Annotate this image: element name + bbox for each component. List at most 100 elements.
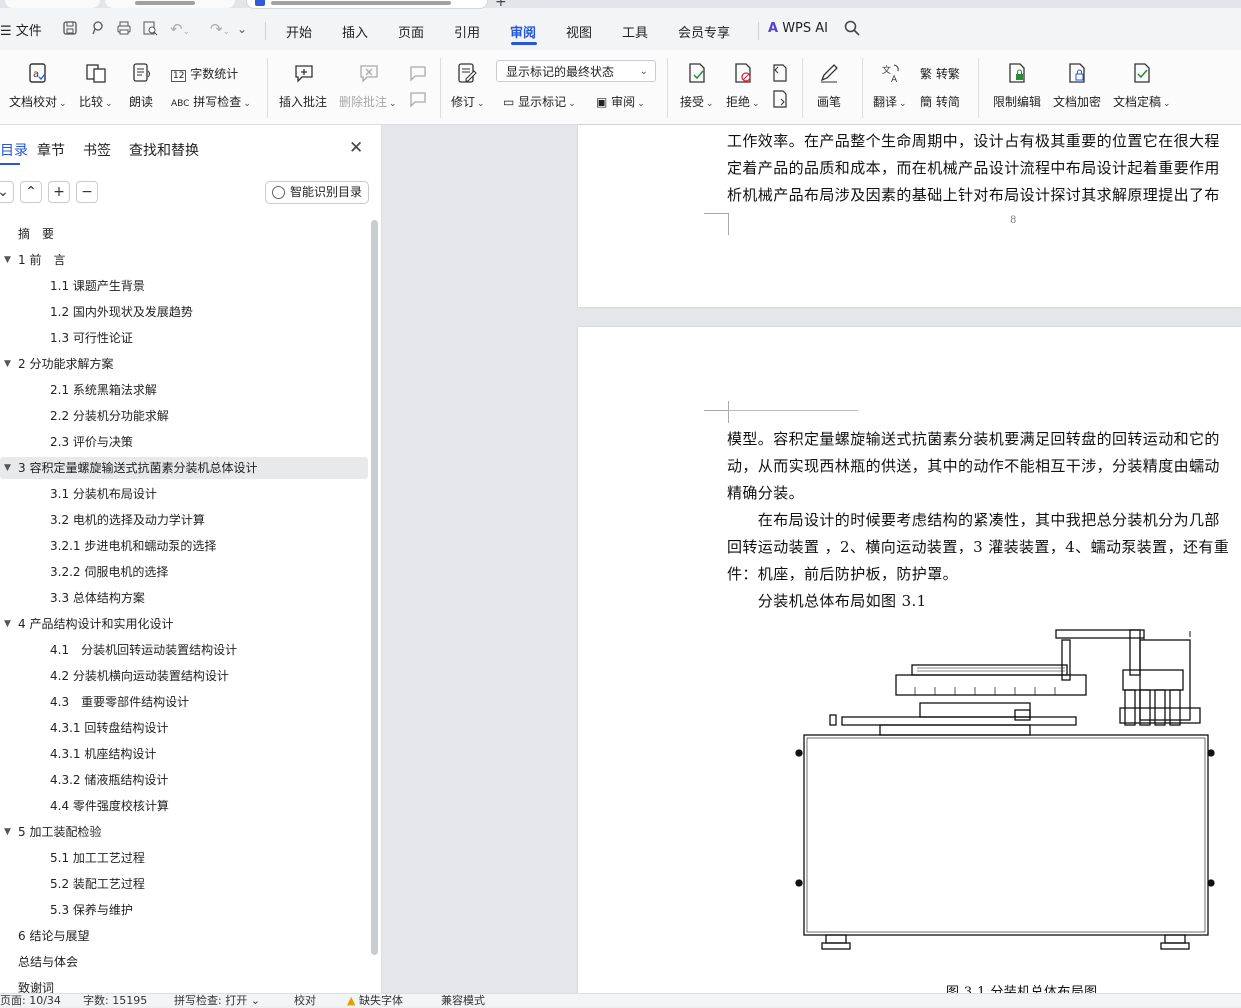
expand-caret-icon[interactable]: ▼ xyxy=(4,619,11,629)
toc-item[interactable]: 2.2 分装机分功能求解 xyxy=(50,405,169,427)
nav-scrollbar[interactable] xyxy=(371,220,378,955)
toc-item[interactable]: 1.1 课题产生背景 xyxy=(50,275,145,297)
machine-layout-figure[interactable] xyxy=(790,625,1241,965)
tab-references[interactable]: 引用 xyxy=(454,22,480,41)
redo-icon[interactable]: ↷⌄ xyxy=(210,20,230,38)
toc-item[interactable]: 3.1 分装机布局设计 xyxy=(50,483,157,505)
document-tab-active[interactable] xyxy=(246,0,488,9)
nav-tab-chapters[interactable]: 章节 xyxy=(37,140,65,160)
close-icon[interactable]: ✕ xyxy=(349,138,363,158)
toc-item[interactable]: 3.2.2 伺服电机的选择 xyxy=(50,561,168,583)
toc-item[interactable]: 总结与体会 xyxy=(18,951,78,973)
toc-item[interactable]: 3 容积定量螺旋输送式抗菌素分装机总体设计 xyxy=(18,457,257,479)
paragraph-line[interactable]: 模型。容积定量螺旋输送式抗菌素分装机要满足回转盘的回转运动和它的 xyxy=(727,428,1220,449)
accept-button[interactable]: 接受 ⌄ xyxy=(680,93,714,110)
toc-item[interactable]: 5 加工装配检验 xyxy=(18,821,101,843)
toc-item[interactable]: 5.3 保养与维护 xyxy=(50,899,133,921)
toc-item[interactable]: 2.3 评价与决策 xyxy=(50,431,133,453)
toc-item[interactable]: 摘 要 xyxy=(18,223,54,245)
status-spell-check[interactable]: 拼写检查: 打开 ⌄ xyxy=(174,994,260,1008)
toc-item[interactable]: 6 结论与展望 xyxy=(18,925,89,947)
print-icon[interactable] xyxy=(116,20,132,40)
toc-item[interactable]: 4.3.1 机座结构设计 xyxy=(50,743,156,765)
mark-icon[interactable] xyxy=(90,20,106,40)
toc-item[interactable]: 3.2 电机的选择及动力学计算 xyxy=(50,509,205,531)
prev-comment-icon[interactable] xyxy=(407,62,429,84)
reject-button[interactable]: 拒绝 ⌄ xyxy=(726,93,760,110)
status-missing-font[interactable]: ▲ 缺失字体 xyxy=(347,994,403,1008)
save-icon[interactable] xyxy=(62,20,78,40)
undo-icon[interactable]: ↶⌄ xyxy=(170,20,190,38)
toc-item[interactable]: 4.1 分装机回转运动装置结构设计 xyxy=(50,639,237,661)
paragraph-line[interactable]: 在布局设计的时候要考虑结构的紧凑性，其中我把总分装机分为几部 xyxy=(727,509,1220,530)
toc-item[interactable]: 5.2 装配工艺过程 xyxy=(50,873,145,895)
toc-item[interactable]: 5.1 加工工艺过程 xyxy=(50,847,145,869)
expand-caret-icon[interactable]: ▼ xyxy=(4,359,11,369)
toc-item[interactable]: 4.3 重要零部件结构设计 xyxy=(50,691,189,713)
toc-item[interactable]: 2 分功能求解方案 xyxy=(18,353,113,375)
nav-tab-find-replace[interactable]: 查找和替换 xyxy=(129,140,199,160)
tab-review[interactable]: 审阅 xyxy=(510,22,536,41)
pen-button[interactable]: 画笔 xyxy=(817,93,841,110)
tab-insert[interactable]: 插入 xyxy=(342,22,368,41)
smart-toc-button[interactable]: 智能识别目录 xyxy=(265,181,369,204)
status-words[interactable]: 字数: 15195 xyxy=(83,994,147,1008)
next-change-icon[interactable] xyxy=(769,88,791,110)
document-tab[interactable] xyxy=(5,0,100,8)
tab-tools[interactable]: 工具 xyxy=(622,22,648,41)
toc-item[interactable]: 4.3.1 回转盘结构设计 xyxy=(50,717,168,739)
to-simplified-button[interactable]: 簡 转简 xyxy=(920,93,960,110)
prev-change-icon[interactable] xyxy=(769,62,791,84)
document-tab[interactable] xyxy=(105,0,235,8)
collapse-icon[interactable]: ⌄ xyxy=(0,181,14,203)
toc-item[interactable]: 1.3 可行性论证 xyxy=(50,327,133,349)
encrypt-button[interactable]: 文档加密 xyxy=(1053,93,1101,110)
toc-item[interactable]: 3.2.1 步进电机和蠕动泵的选择 xyxy=(50,535,216,557)
toc-item[interactable]: 1 前 言 xyxy=(18,249,65,271)
expand-caret-icon[interactable]: ▼ xyxy=(4,463,11,473)
toc-item[interactable]: 4.2 分装机横向运动装置结构设计 xyxy=(50,665,229,687)
tab-page[interactable]: 页面 xyxy=(398,22,424,41)
paragraph-line[interactable]: 动，从而实现西林瓶的供送，其中的动作不能相互干涉，分装精度由蠕动 xyxy=(727,455,1220,476)
tab-member[interactable]: 会员专享 xyxy=(678,22,730,41)
spell-check-button[interactable]: ABC 拼写检查 ⌄ xyxy=(171,93,251,110)
expand-caret-icon[interactable]: ▼ xyxy=(4,255,11,265)
revise-button[interactable]: 修订 ⌄ xyxy=(451,93,485,110)
new-tab-icon[interactable]: + xyxy=(495,0,507,10)
paragraph-line[interactable]: 析机械产品布局涉及因素的基础上针对布局设计探讨其求解原理提出了布 xyxy=(727,184,1220,205)
paragraph-line[interactable]: 回转运动装置 ，2、横向运动装置，3 灌装装置，4、蠕动泵装置，还有重 xyxy=(727,536,1229,557)
finalize-button[interactable]: 文档定稿 ⌄ xyxy=(1113,93,1171,110)
read-aloud-button[interactable]: 朗读 xyxy=(129,93,153,110)
wps-ai-button[interactable]: A WPS AI xyxy=(768,21,828,36)
paragraph-line[interactable]: 分装机总体布局如图 3.1 xyxy=(727,590,927,611)
markup-state-select[interactable]: 显示标记的最终状态 ⌄ xyxy=(496,60,656,82)
review-pane-button[interactable]: ▣ 审阅 ⌄ xyxy=(596,93,645,110)
paragraph-line[interactable]: 工作效率。在产品整个生命周期中，设计占有极其重要的位置它在很大程 xyxy=(727,130,1220,151)
chevron-up-icon[interactable]: ⌃ xyxy=(20,181,42,203)
to-traditional-button[interactable]: 繁 转繁 xyxy=(920,65,960,82)
restrict-edit-button[interactable]: 限制编辑 xyxy=(993,93,1041,110)
show-markup-button[interactable]: ▭ 显示标记 ⌄ xyxy=(503,93,576,110)
translate-button[interactable]: 翻译 ⌄ xyxy=(873,93,907,110)
add-heading-icon[interactable]: + xyxy=(48,181,70,203)
compare-button[interactable]: 比较 ⌄ xyxy=(79,93,113,110)
toc-item[interactable]: 4 产品结构设计和实用化设计 xyxy=(18,613,173,635)
status-page[interactable]: 页面: 10/34 xyxy=(0,994,61,1008)
next-comment-icon[interactable] xyxy=(407,88,429,110)
toc-item[interactable]: 3.3 总体结构方案 xyxy=(50,587,145,609)
tab-home[interactable]: 开始 xyxy=(286,22,312,41)
file-menu[interactable]: ☰ 文件 xyxy=(0,20,42,39)
toc-item[interactable]: 4.4 零件强度校核计算 xyxy=(50,795,169,817)
toc-item[interactable]: 2.1 系统黑箱法求解 xyxy=(50,379,157,401)
word-count-button[interactable]: 12 字数统计 xyxy=(171,65,238,82)
status-proof[interactable]: 校对 xyxy=(294,994,316,1008)
doc-check-button[interactable]: 文档校对 ⌄ xyxy=(9,93,67,110)
delete-comment-button[interactable]: 删除批注 ⌄ xyxy=(339,93,397,110)
search-icon[interactable] xyxy=(844,20,860,39)
insert-comment-button[interactable]: 插入批注 xyxy=(279,93,327,110)
expand-caret-icon[interactable]: ▼ xyxy=(4,827,11,837)
paragraph-line[interactable]: 精确分装。 xyxy=(727,482,804,503)
paragraph-line[interactable]: 定着产品的品质和成本，而在机械产品设计流程中布局设计起着重要作用 xyxy=(727,157,1220,178)
remove-heading-icon[interactable]: − xyxy=(76,181,98,203)
more-quick-access-icon[interactable]: ⌄ xyxy=(237,22,247,36)
